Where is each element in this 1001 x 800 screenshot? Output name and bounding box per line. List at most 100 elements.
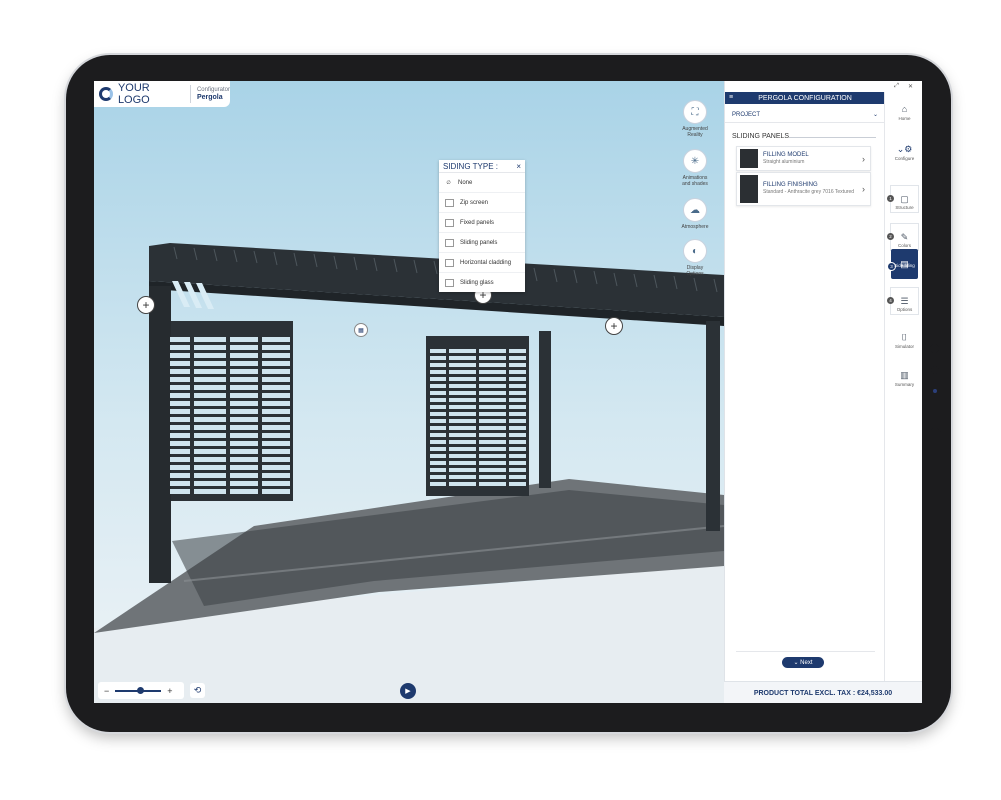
siding-type-header: SIDING TYPE : × <box>439 160 525 173</box>
zoom-slider[interactable] <box>115 686 162 694</box>
sliding-glass-icon <box>445 278 454 287</box>
animations-button[interactable]: ✳ Animations and shades <box>678 149 712 187</box>
add-element-button-left[interactable]: + <box>137 296 155 314</box>
siding-type-title: SIDING TYPE : <box>443 161 498 171</box>
siding-option-label: Horizontal cladding <box>460 259 512 266</box>
filling-finishing-swatch <box>740 175 758 203</box>
siding-option-label: None <box>458 179 473 186</box>
filling-model-title: FILLING MODEL <box>763 151 809 158</box>
tablet-side-button <box>930 344 939 353</box>
zip-screen-icon <box>445 198 454 207</box>
filling-model-card[interactable]: FILLING MODEL Straight aluminium › <box>736 146 871 171</box>
filling-finishing-card[interactable]: FILLING FINISHING Standard - Anthracite … <box>736 172 871 206</box>
atmosphere-label: Atmosphere <box>681 224 709 230</box>
augmented-reality-button[interactable]: ⛶ Augmented Reality <box>678 100 712 138</box>
nav-options[interactable]: 4 ☰ Options <box>887 287 919 315</box>
nav-label: Home <box>898 116 911 121</box>
3d-viewport[interactable]: YOUR LOGO Configurator Pergola ⛶ Augment… <box>94 81 724 703</box>
section-divider <box>789 137 876 138</box>
filling-finishing-value: Standard - Anthracite grey 7016 Textured <box>763 189 855 195</box>
product-total: PRODUCT TOTAL EXCL. TAX : €24,533.00 <box>724 681 922 703</box>
atmosphere-button[interactable]: ☁ Atmosphere <box>678 198 712 230</box>
section-title: SLIDING PANELS <box>732 133 790 140</box>
siding-option-fixed-panels[interactable]: Fixed panels <box>439 213 525 233</box>
nav-simulator[interactable]: ⌷ Simulator <box>890 324 919 350</box>
step-number: 1 <box>887 195 894 202</box>
display-options-label: Display Options <box>686 265 704 277</box>
nav-label: Colors <box>897 243 911 248</box>
chevron-right-icon: › <box>862 184 865 194</box>
tablet-side-button <box>931 366 939 374</box>
augmented-reality-label: Augmented Reality <box>682 126 708 138</box>
display-options-button[interactable]: ◐ Display Options <box>678 239 712 277</box>
nav-home[interactable]: ⌂ Home <box>890 96 919 121</box>
zoom-slider-handle[interactable] <box>137 686 145 694</box>
siding-option-zip-screen[interactable]: Zip screen <box>439 193 525 213</box>
nav-label: Options <box>896 307 913 312</box>
animations-label: Animations and shades <box>682 175 708 187</box>
chevron-right-icon: › <box>862 153 865 164</box>
sliding-panels-icon <box>445 238 454 247</box>
zoom-in-icon[interactable]: + <box>167 686 172 696</box>
siding-option-label: Zip screen <box>460 199 489 206</box>
filling-model-thumbnail <box>740 149 758 168</box>
logo[interactable]: YOUR LOGO Configurator Pergola <box>94 81 230 107</box>
none-icon: ∅ <box>446 179 451 186</box>
product-label: Configurator Pergola <box>197 86 230 102</box>
screen: YOUR LOGO Configurator Pergola ⛶ Augment… <box>94 81 922 703</box>
siding-hotspot-icon[interactable]: ▦ <box>354 323 368 337</box>
play-icon[interactable]: ▶ <box>400 683 416 699</box>
logo-mark-icon <box>99 87 113 101</box>
fullscreen-icon[interactable]: ⤢ <box>894 83 899 90</box>
nav-label: Summary <box>894 382 915 387</box>
ar-icon: ⛶ <box>683 100 707 124</box>
nav-label: Structure <box>895 205 914 210</box>
siding-option-label: Sliding panels <box>460 239 498 246</box>
configuration-panel: ≡ PERGOLA CONFIGURATION PROJECT ⌄ SLIDIN… <box>724 81 885 703</box>
menu-icon[interactable]: ≡ <box>729 94 739 101</box>
step-number: 2 <box>887 233 894 240</box>
display-icon: ◐ <box>683 239 707 263</box>
nav-structure[interactable]: 1 ▢ Structure <box>887 185 919 213</box>
tablet-camera <box>933 389 937 393</box>
nav-summary[interactable]: ▥ Summary <box>890 362 919 388</box>
chevron-down-icon: ⌄ <box>872 112 878 118</box>
horizontal-cladding-icon <box>445 258 454 267</box>
siding-option-label: Sliding glass <box>460 279 494 286</box>
fixed-panels-icon <box>445 218 454 227</box>
nav-configure[interactable]: ⌄⚙ Configure <box>890 136 919 162</box>
nav-side-filling[interactable]: 3 ▤ Side filling <box>887 249 919 279</box>
siding-option-sliding-glass[interactable]: Sliding glass <box>439 273 525 292</box>
add-element-button-right[interactable]: + <box>605 317 623 335</box>
filling-model-value: Straight aluminium <box>763 158 805 165</box>
logo-text: YOUR LOGO <box>117 82 150 106</box>
product-name: Pergola <box>196 94 223 101</box>
zoom-out-icon[interactable]: − <box>104 686 109 696</box>
project-label: PROJECT <box>732 111 761 118</box>
close-icon[interactable]: × <box>516 162 521 171</box>
animation-icon: ✳ <box>683 149 707 173</box>
siding-option-sliding-panels[interactable]: Sliding panels <box>439 233 525 253</box>
reset-view-icon[interactable]: ⟲ <box>190 683 205 698</box>
next-button[interactable]: ⌄ Next <box>782 657 824 668</box>
configuration-title: PERGOLA CONFIGURATION <box>758 94 852 102</box>
panel-bottom-divider <box>736 651 875 652</box>
project-selector[interactable]: PROJECT ⌄ <box>725 107 885 123</box>
siding-option-label: Fixed panels <box>460 219 495 226</box>
siding-option-none[interactable]: ∅ None <box>439 173 525 193</box>
close-icon[interactable]: ✕ <box>908 83 913 90</box>
next-label: Next <box>800 659 813 666</box>
nav-colors[interactable]: 2 ✎ Colors <box>887 223 919 251</box>
zoom-control: − + <box>98 682 184 699</box>
nav-label: Side filling <box>894 263 915 268</box>
nav-label: Configure <box>894 156 915 161</box>
siding-type-dropdown: SIDING TYPE : × ∅ None Zip screen Fixed p… <box>439 160 525 292</box>
product-category: Configurator <box>196 87 230 93</box>
filling-finishing-title: FILLING FINISHING <box>763 182 818 188</box>
atmosphere-icon: ☁ <box>683 198 707 222</box>
configuration-header: ≡ PERGOLA CONFIGURATION <box>725 92 885 104</box>
siding-option-horizontal-cladding[interactable]: Horizontal cladding <box>439 253 525 273</box>
step-navigation: ⌂ Home ⌄⚙ Configure 1 ▢ Structure 2 ✎ Co… <box>884 92 922 681</box>
pergola-scene <box>94 243 724 703</box>
logo-divider <box>189 85 191 103</box>
